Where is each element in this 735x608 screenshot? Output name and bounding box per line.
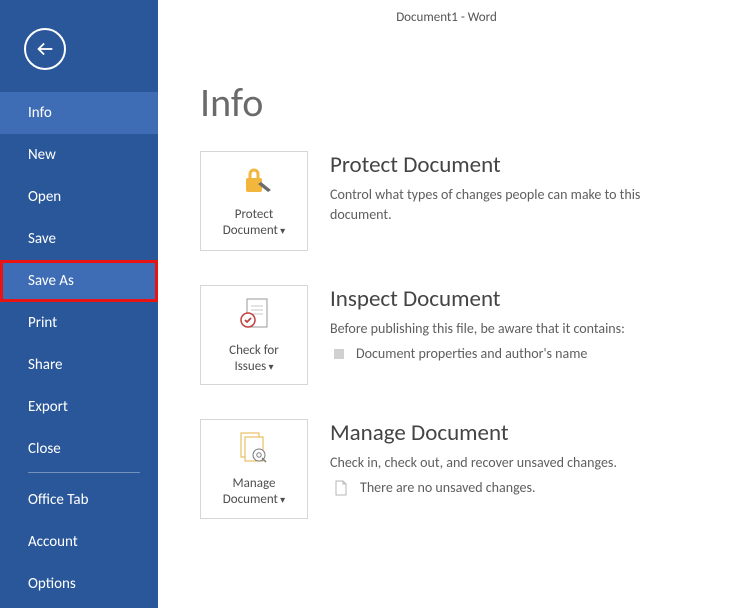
sidebar-divider	[28, 472, 140, 473]
sidebar-item-office-tab[interactable]: Office Tab	[0, 479, 158, 521]
sidebar-item-save-as[interactable]: Save As	[0, 260, 158, 302]
check-for-issues-button[interactable]: Check for Issues ▾	[200, 285, 308, 385]
file-icon	[334, 480, 348, 496]
document-check-icon	[237, 296, 271, 337]
section-title: Protect Document	[330, 151, 699, 179]
square-bullet-icon	[334, 349, 344, 359]
chevron-down-icon: ▾	[278, 224, 285, 237]
manage-item: There are no unsaved changes.	[334, 479, 699, 496]
section-protect-body: Protect Document Control what types of c…	[330, 151, 699, 251]
tile-label: Manage Document ▾	[223, 476, 285, 508]
inspect-item: Document properties and author's name	[334, 345, 699, 362]
section-inspect-body: Inspect Document Before publishing this …	[330, 285, 699, 385]
sidebar-menu-secondary: Office TabAccountOptions	[0, 479, 158, 605]
chevron-down-icon: ▾	[266, 360, 273, 373]
backstage-sidebar: InfoNewOpenSaveSave AsPrintShareExportCl…	[0, 0, 158, 608]
section-desc: Control what types of changes people can…	[330, 185, 699, 225]
section-title: Manage Document	[330, 419, 699, 447]
main-panel: Document1 - Word Info Protect Document ▾…	[158, 0, 735, 608]
manage-item-text: There are no unsaved changes.	[360, 479, 536, 496]
page-heading: Info	[200, 78, 735, 127]
section-manage: Manage Document ▾ Manage Document Check …	[200, 419, 699, 519]
documents-stack-icon	[235, 431, 273, 470]
sidebar-item-save[interactable]: Save	[0, 218, 158, 260]
section-desc: Before publishing this file, be aware th…	[330, 319, 699, 339]
section-manage-body: Manage Document Check in, check out, and…	[330, 419, 699, 519]
section-inspect: Check for Issues ▾ Inspect Document Befo…	[200, 285, 699, 385]
tile-label: Protect Document ▾	[223, 207, 285, 239]
sidebar-item-info[interactable]: Info	[0, 92, 158, 134]
sidebar-item-export[interactable]: Export	[0, 386, 158, 428]
back-button[interactable]	[24, 28, 66, 70]
sidebar-item-print[interactable]: Print	[0, 302, 158, 344]
chevron-down-icon: ▾	[278, 493, 285, 506]
section-desc: Check in, check out, and recover unsaved…	[330, 453, 699, 473]
sidebar-item-close[interactable]: Close	[0, 428, 158, 470]
inspect-item-text: Document properties and author's name	[356, 345, 587, 362]
window-title: Document1 - Word	[158, 10, 735, 25]
manage-document-button[interactable]: Manage Document ▾	[200, 419, 308, 519]
sidebar-menu: InfoNewOpenSaveSave AsPrintShareExportCl…	[0, 92, 158, 470]
sidebar-item-account[interactable]: Account	[0, 521, 158, 563]
sidebar-item-new[interactable]: New	[0, 134, 158, 176]
back-arrow-icon	[34, 38, 56, 60]
sidebar-item-open[interactable]: Open	[0, 176, 158, 218]
protect-document-button[interactable]: Protect Document ▾	[200, 151, 308, 251]
sidebar-item-options[interactable]: Options	[0, 563, 158, 605]
tile-label: Check for Issues ▾	[229, 343, 279, 375]
section-protect: Protect Document ▾ Protect Document Cont…	[200, 151, 699, 251]
section-title: Inspect Document	[330, 285, 699, 313]
lock-icon	[233, 164, 275, 201]
sidebar-item-share[interactable]: Share	[0, 344, 158, 386]
